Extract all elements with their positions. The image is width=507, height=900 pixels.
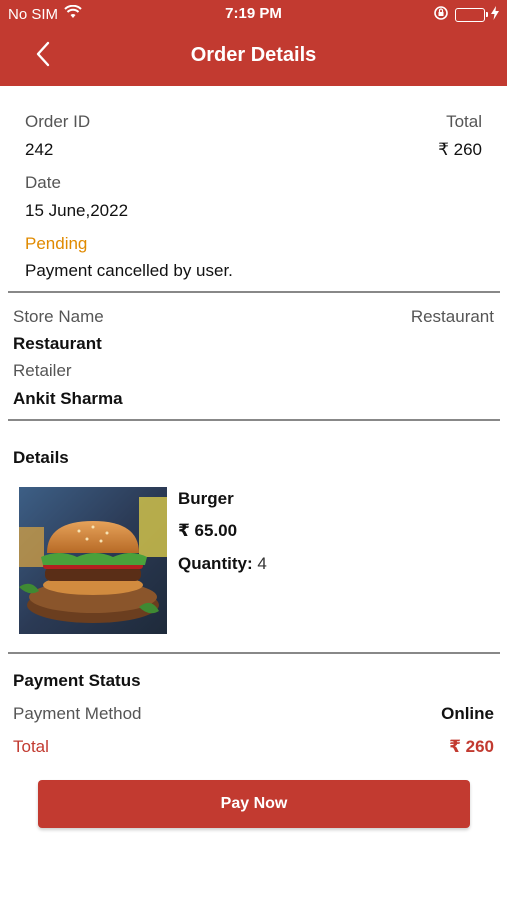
charging-bolt-icon [491, 6, 499, 24]
divider [8, 419, 500, 421]
date-label: Date [25, 173, 61, 192]
order-status-message: Payment cancelled by user. [25, 261, 233, 280]
retailer-value: Ankit Sharma [13, 389, 123, 408]
payment-total-label: Total [13, 737, 49, 756]
status-bar: No SIM 7:19 PM [0, 0, 507, 28]
store-name-label: Store Name [13, 307, 104, 326]
divider [8, 291, 500, 293]
quantity-label: Quantity: [178, 554, 253, 573]
app-header: No SIM 7:19 PM Order Details [0, 0, 507, 86]
date-value: 15 June,2022 [25, 201, 129, 220]
retailer-label: Retailer [13, 361, 72, 380]
item-price: ₹ 65.00 [178, 521, 238, 540]
store-type-value: Restaurant [410, 307, 494, 326]
burger-image [19, 487, 167, 634]
divider [8, 652, 500, 654]
payment-method-label: Payment Method [13, 704, 142, 723]
orientation-lock-icon [433, 5, 449, 25]
order-status-badge: Pending [25, 234, 88, 253]
payment-total-value: ₹ 260 [449, 737, 494, 756]
quantity-value: 4 [257, 554, 267, 573]
page-title: Order Details [190, 44, 317, 66]
order-id-label: Order ID [25, 112, 91, 131]
details-heading: Details [13, 448, 69, 467]
battery-icon [455, 8, 488, 22]
order-total-label: Total [446, 112, 482, 131]
payment-method-value: Online [441, 704, 494, 723]
order-id-value: 242 [25, 140, 54, 159]
pay-now-button[interactable]: Pay Now [38, 780, 470, 828]
item-quantity: Quantity: 4 [178, 554, 267, 574]
status-time: 7:19 PM [225, 5, 282, 22]
item-name: Burger [178, 489, 234, 508]
payment-status-heading: Payment Status [13, 671, 141, 690]
status-right [433, 5, 499, 25]
order-total-value: ₹ 260 [438, 140, 482, 159]
store-name-value: Restaurant [13, 334, 102, 353]
